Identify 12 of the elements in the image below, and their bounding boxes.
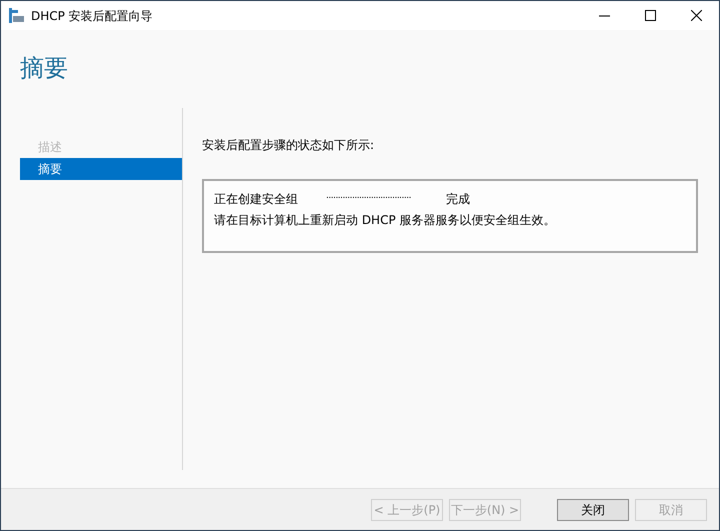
nav-item[interactable]: 摘要: [20, 158, 182, 180]
step-result: 完成: [446, 191, 470, 208]
step-name: 正在创建安全组: [214, 191, 299, 208]
leader-dots: ....................................: [326, 190, 412, 203]
app-icon: [9, 8, 25, 23]
close-icon[interactable]: [690, 10, 702, 21]
status-message: 请在目标计算机上重新启动 DHCP 服务器服务以便安全组生效。: [214, 212, 557, 229]
page-heading: 摘要: [20, 54, 68, 82]
window-title: DHCP 安装后配置向导: [31, 8, 154, 24]
intro-text: 安装后配置步骤的状态如下所示:: [202, 137, 376, 154]
wizard-button[interactable]: 关闭: [557, 498, 629, 520]
maximize-icon[interactable]: [644, 10, 656, 21]
